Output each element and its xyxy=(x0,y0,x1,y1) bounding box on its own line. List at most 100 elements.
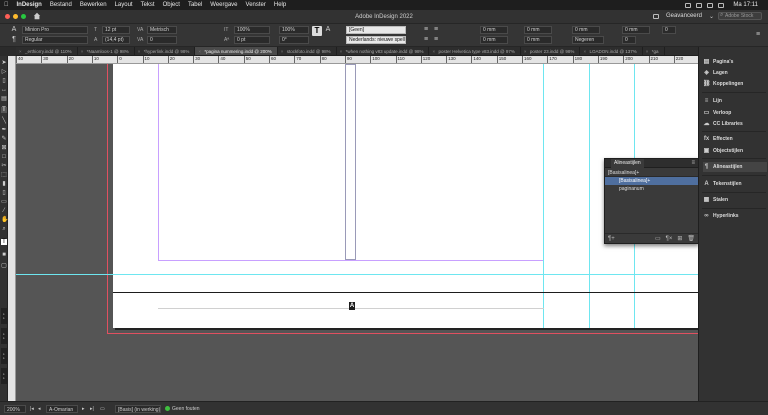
space-after-field[interactable]: 0 mm xyxy=(622,26,650,34)
tab-document[interactable]: stockfoto.indd @ 98% xyxy=(278,47,337,55)
note-tool-icon[interactable]: ▭ xyxy=(1,199,7,205)
gradient-swatch-tool-icon[interactable]: ▮ xyxy=(1,181,7,187)
previous-page-icon[interactable]: ◂ xyxy=(38,405,41,413)
font-family-field[interactable]: Minion Pro xyxy=(22,26,88,34)
space-before-field[interactable]: 0 mm xyxy=(572,26,600,34)
gap-tool-icon[interactable]: ↔ xyxy=(1,87,7,93)
horizontal-ruler[interactable]: 40 30 20 10 0 10 20 30 40 50 60 70 80 90 100 110 120 130 1… xyxy=(16,56,698,64)
last-page-icon[interactable]: ▸| xyxy=(90,405,94,413)
type-tool-icon[interactable]: T xyxy=(1,107,7,113)
view-mode-icon[interactable]: ▢ xyxy=(1,263,7,269)
direct-selection-tool-icon[interactable]: ▷ xyxy=(1,69,7,75)
hyphenation-field[interactable]: Negeren xyxy=(572,36,604,44)
dock-item-effects[interactable]: fx Effecten xyxy=(703,134,733,144)
menu-object[interactable]: Object xyxy=(159,2,184,8)
vertical-scale-field[interactable]: 100% xyxy=(234,26,270,34)
dock-item-hyperlinks[interactable]: ∞ Hyperlinks xyxy=(703,211,738,221)
indent-right-field[interactable]: 0 mm xyxy=(524,26,552,34)
content-collector-icon[interactable]: ▤ xyxy=(1,96,7,102)
preflight-status[interactable]: Geen fouten xyxy=(165,405,200,413)
drop-cap-lines-field[interactable]: 0 xyxy=(622,36,636,44)
rectangle-frame-tool-icon[interactable]: ⊠ xyxy=(1,145,7,151)
first-page-icon[interactable]: |◂ xyxy=(30,405,34,413)
menu-venster[interactable]: Venster xyxy=(242,2,270,8)
battery-icon[interactable] xyxy=(696,2,703,8)
wifi-icon[interactable] xyxy=(707,2,714,8)
menu-bestand[interactable]: Bestand xyxy=(46,2,76,8)
page-number-field[interactable]: A-Omarian xyxy=(46,405,78,413)
dock-item-pages[interactable]: ▤ Pagina's xyxy=(703,57,734,67)
clear-overrides-icon[interactable]: ¶× xyxy=(666,236,673,242)
apple-logo-icon[interactable]:  xyxy=(0,2,13,8)
spotlight-icon[interactable] xyxy=(718,2,725,8)
tab-paragraph-styles[interactable]: Alineastijlen xyxy=(611,159,644,168)
vertical-ruler[interactable] xyxy=(8,56,16,401)
align-right-icon[interactable]: ≡ xyxy=(432,36,440,44)
dock-item-gradient[interactable]: ▭ Verloop xyxy=(703,108,732,118)
view-mode-field[interactable]: [Basis] (in werking) xyxy=(115,405,161,413)
menu-help[interactable]: Help xyxy=(270,2,290,8)
font-style-field[interactable]: Regular xyxy=(22,36,88,44)
workspace-switcher[interactable]: Geavanceerd xyxy=(663,12,705,20)
style-override-icon[interactable]: ¶+ xyxy=(608,236,615,242)
text-style-icon[interactable]: T xyxy=(312,26,322,36)
menu-tabel[interactable]: Tabel xyxy=(184,2,206,8)
indent-left-field[interactable]: 0 mm xyxy=(480,26,508,34)
page-number-marker[interactable]: A xyxy=(349,302,355,310)
dock-item-layers[interactable]: ◈ Lagen xyxy=(703,68,728,78)
tab-document[interactable]: LOADON.indd @ 137% xyxy=(580,47,643,55)
character-style-field[interactable]: [Geen] xyxy=(346,26,406,34)
kerning-field[interactable]: Metrisch xyxy=(147,26,177,34)
apply-color-icon[interactable]: ■ xyxy=(1,252,7,258)
dock-item-swatches[interactable]: ▦ Stalen xyxy=(703,195,728,205)
drop-cap-chars-field[interactable]: 0 xyxy=(662,26,676,34)
panel-menu-icon[interactable]: ≡ xyxy=(754,31,762,39)
tab-document[interactable]: *Naamloos-1 @ 98% xyxy=(78,47,135,55)
menubar-clock[interactable]: Ma 17:11 xyxy=(729,2,762,8)
style-row-basisalinea[interactable]: [Basisalinea]+ xyxy=(605,177,698,185)
menu-layout[interactable]: Layout xyxy=(111,2,137,8)
align-left-icon[interactable]: ≡ xyxy=(422,26,430,34)
tab-document[interactable]: poster 23.indd @ 98% xyxy=(521,47,581,55)
collapsed-panel-tab[interactable]: ▸▸ xyxy=(1,348,7,364)
style-row-paginanum[interactable]: paginanum xyxy=(605,185,698,193)
baseline-shift-field[interactable]: 0 pt xyxy=(234,36,270,44)
indent-last-field[interactable]: 0 mm xyxy=(524,36,552,44)
indent-first-field[interactable]: 0 mm xyxy=(480,36,508,44)
align-center-icon[interactable]: ≡ xyxy=(432,26,440,34)
dock-item-links[interactable]: ⛓ Koppelingen xyxy=(703,79,743,89)
dock-item-stroke[interactable]: ≡ Lijn xyxy=(703,96,722,106)
tracking-field[interactable]: 0 xyxy=(147,36,177,44)
collapsed-panel-tab[interactable]: ▸▸ xyxy=(1,328,7,344)
line-tool-icon[interactable]: ╲ xyxy=(1,118,7,124)
free-transform-tool-icon[interactable]: ⬚ xyxy=(1,172,7,178)
paragraph-mode-icon[interactable]: ¶ xyxy=(10,36,18,44)
tab-document[interactable]: *when nothing v83 update.indd @ 98% xyxy=(337,47,430,55)
tab-document-active[interactable]: *pagina nummering.indd @ 200% xyxy=(195,47,278,55)
language-field[interactable]: Nederlands: nieuwe spell... xyxy=(346,36,406,44)
menu-bewerken[interactable]: Bewerken xyxy=(76,2,111,8)
zoom-level-field[interactable]: 200% xyxy=(4,405,26,413)
new-group-icon[interactable]: ▭ xyxy=(655,235,661,242)
open-page-icon[interactable]: ▭ xyxy=(100,405,105,413)
tab-document[interactable]: poster Helvetica type v83.indd @ 97% xyxy=(429,47,521,55)
dock-item-character-styles[interactable]: A Tekenstijlen xyxy=(703,179,741,189)
adobe-stock-search[interactable]: Adobe Stock xyxy=(718,12,762,20)
menu-app-indesign[interactable]: InDesign xyxy=(13,2,46,8)
justify-icon[interactable]: ≡ xyxy=(422,36,430,44)
collapsed-panel-tab[interactable]: ▸▸ xyxy=(1,308,7,324)
panel-menu-icon[interactable]: ≡ xyxy=(691,159,695,168)
zoom-tool-icon[interactable]: ⌕ xyxy=(1,226,7,232)
share-icon[interactable] xyxy=(652,13,659,19)
dock-item-cc-libraries[interactable]: ☁ CC Libraries xyxy=(703,119,743,129)
tab-document[interactable]: *hyperlink.indd @ 98% xyxy=(135,47,196,55)
new-style-icon[interactable]: ⊞ xyxy=(677,235,682,242)
menu-weergave[interactable]: Weergave xyxy=(206,2,241,8)
pencil-tool-icon[interactable]: ✎ xyxy=(1,136,7,142)
creative-cloud-icon[interactable] xyxy=(685,2,692,8)
horizontal-scale-field[interactable]: 100% xyxy=(279,26,309,34)
character-mode-icon[interactable]: A xyxy=(10,26,18,34)
font-size-field[interactable]: 12 pt xyxy=(102,26,130,34)
gradient-feather-tool-icon[interactable]: ▯ xyxy=(1,190,7,196)
rectangle-tool-icon[interactable]: □ xyxy=(1,154,7,160)
